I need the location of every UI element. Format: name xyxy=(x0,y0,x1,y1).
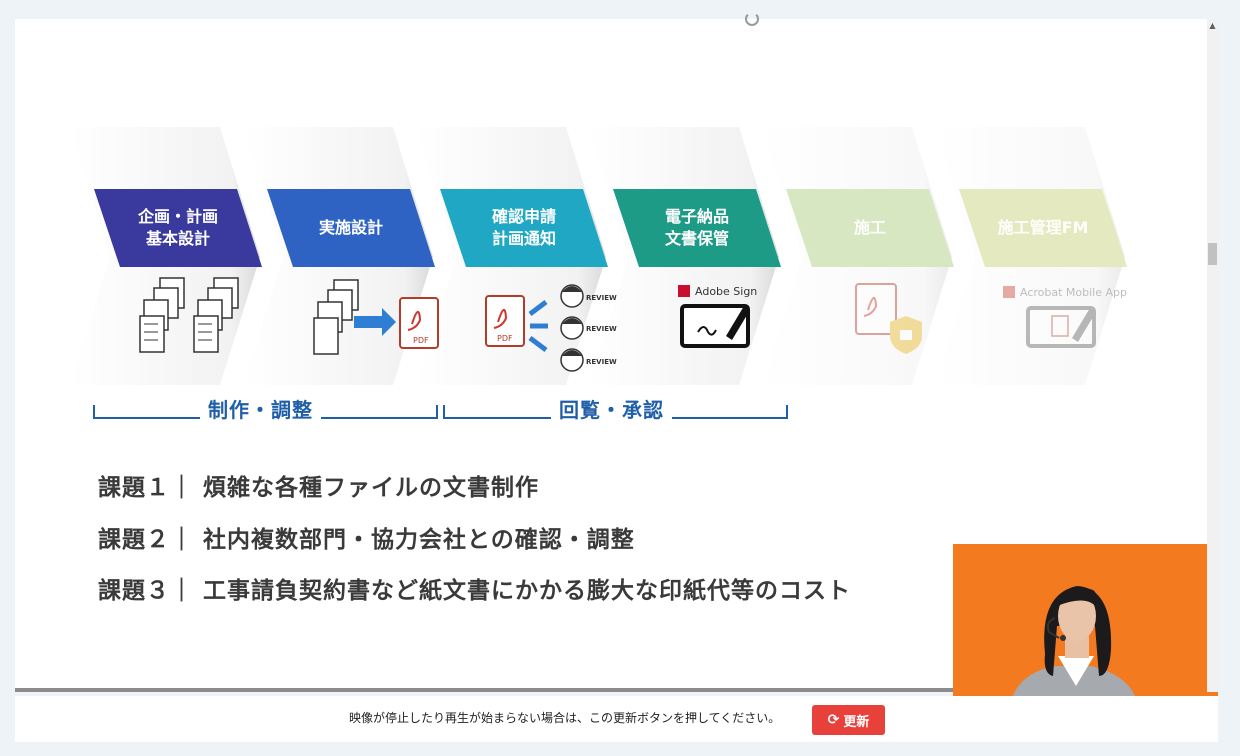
presenter-webcam xyxy=(953,544,1218,696)
review-label: REVIEW xyxy=(586,325,617,333)
refresh-button[interactable]: ⟳ 更新 xyxy=(812,705,885,735)
pdf-lock-icon xyxy=(855,283,922,354)
loading-spinner-icon xyxy=(745,12,759,26)
review-label: REVIEW xyxy=(586,294,617,302)
review-group-label: 回覧・承認 xyxy=(551,394,672,423)
refresh-icon: ⟳ xyxy=(827,712,840,728)
adobe-logo-icon xyxy=(678,285,690,297)
mobile-tablet-icon xyxy=(1026,306,1096,348)
pdf-label: PDF xyxy=(497,334,513,343)
presenter-avatar xyxy=(1013,586,1135,696)
acrobat-logo-icon xyxy=(1003,286,1015,298)
stage-label-4: 電子納品 文書保管 xyxy=(664,207,729,248)
stage-label-6: 施工管理FM xyxy=(997,218,1089,237)
signature-tablet-icon xyxy=(680,304,750,348)
scrollbar-thumb[interactable] xyxy=(1208,243,1217,265)
pdf-label: PDF xyxy=(413,336,429,345)
adobe-sign-label: Adobe Sign xyxy=(695,285,758,298)
issue-3: 課題３｜ 工事請負契約書など紙文書にかかる膨大な印紙代等のコスト xyxy=(98,578,852,604)
production-group-label: 制作・調整 xyxy=(200,394,321,423)
stage-label-5: 施工 xyxy=(853,218,886,237)
scroll-up-arrow-icon[interactable]: ▲ xyxy=(1207,19,1218,33)
stage-label-3: 確認申請 計画通知 xyxy=(491,207,556,248)
refresh-notice: 映像が停止したり再生が始まらない場合は、この更新ボタンを押してください。 xyxy=(349,711,781,725)
stage-label-1: 企画・計画 基本設計 xyxy=(137,207,218,248)
documents-icon xyxy=(139,277,239,353)
refresh-label: 更新 xyxy=(843,714,870,730)
issue-1: 課題１｜ 煩雑な各種ファイルの文書制作 xyxy=(98,475,540,501)
review-label: REVIEW xyxy=(586,358,617,366)
documents-to-pdf-icon xyxy=(313,279,439,355)
issue-2: 課題２｜ 社内複数部門・協力会社との確認・調整 xyxy=(98,527,635,553)
acrobat-mobile-label: Acrobat Mobile App xyxy=(1020,286,1127,299)
vertical-scrollbar[interactable] xyxy=(1207,19,1218,692)
stage-label-2: 実施設計 xyxy=(318,218,383,237)
